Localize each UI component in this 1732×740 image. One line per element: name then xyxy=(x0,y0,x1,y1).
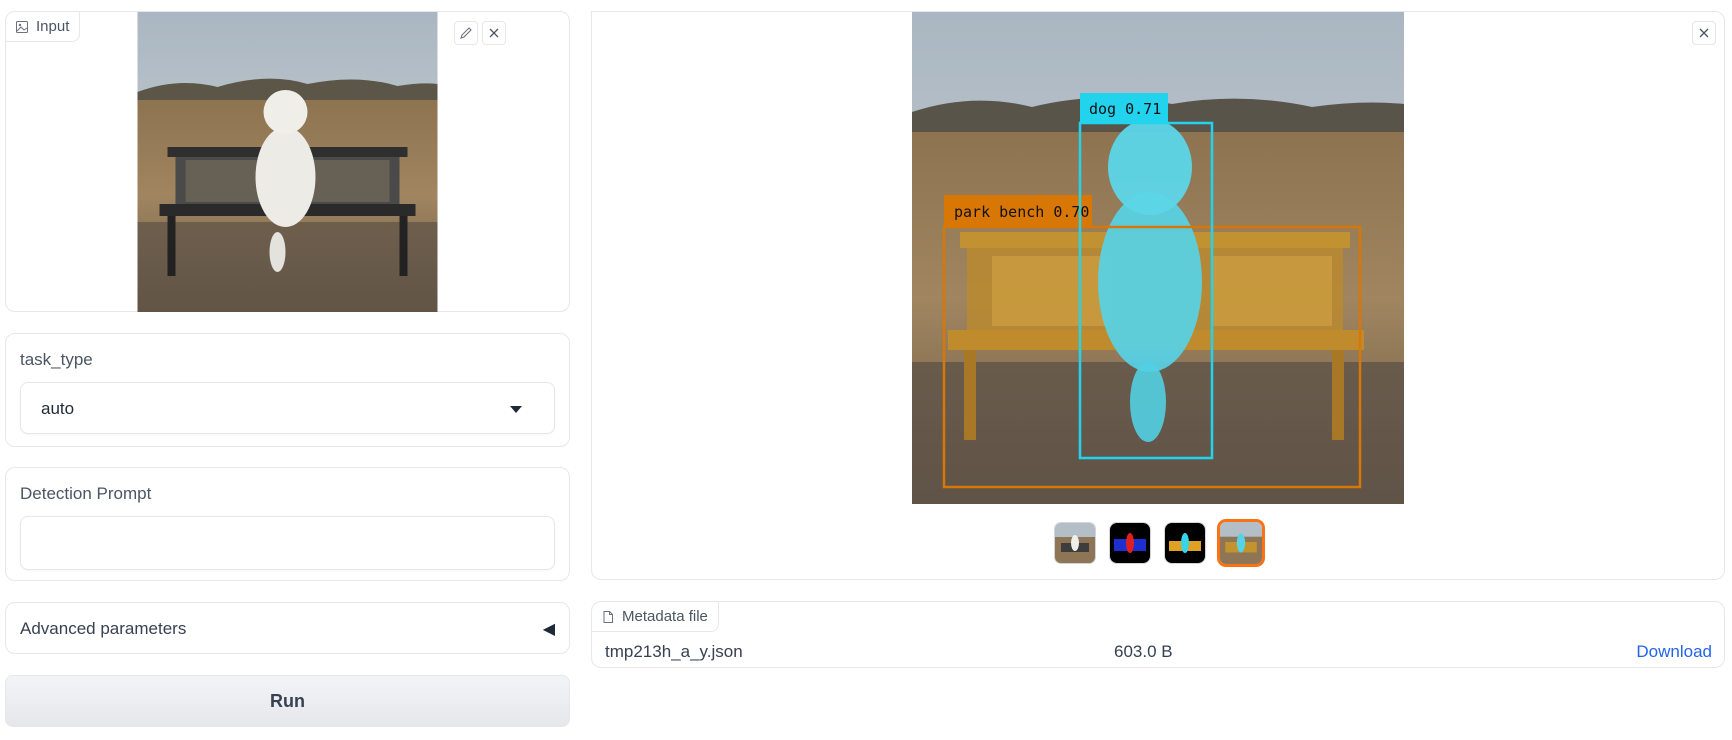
thumbnail-mask-blue-red[interactable] xyxy=(1109,522,1151,564)
advanced-parameters-accordion[interactable]: Advanced parameters ◀ xyxy=(5,602,570,654)
advanced-parameters-label: Advanced parameters xyxy=(20,619,187,638)
input-image-panel[interactable]: Input xyxy=(5,11,570,312)
task-type-label: task_type xyxy=(20,350,93,369)
clear-input-button[interactable] xyxy=(482,21,506,45)
metadata-size: 603.0 B xyxy=(1114,642,1173,661)
detection-prompt-label: Detection Prompt xyxy=(20,484,152,503)
input-image xyxy=(137,12,438,312)
collapse-arrow-icon: ◀ xyxy=(542,621,555,638)
task-type-dropdown[interactable]: auto xyxy=(20,382,555,434)
metadata-filename: tmp213h_a_y.json xyxy=(605,642,743,661)
task-type-value: auto xyxy=(41,399,75,418)
run-button[interactable]: Run xyxy=(5,675,570,727)
caret-down-icon xyxy=(510,406,522,413)
metadata-tag-label: Metadata file xyxy=(622,608,708,625)
dog-detection-label: dog 0.71 xyxy=(1089,100,1161,118)
annotated-output-image[interactable]: park bench 0.70 dog 0.71 xyxy=(912,12,1404,504)
bench-detection-label: park bench 0.70 xyxy=(954,203,1089,221)
run-button-label: Run xyxy=(270,690,305,711)
download-link[interactable]: Download xyxy=(1636,642,1712,662)
edit-button[interactable] xyxy=(454,21,478,45)
metadata-file-panel: Metadata file tmp213h_a_y.json 603.0 B D… xyxy=(591,601,1725,668)
thumbnail-mask-cyan-orange[interactable] xyxy=(1164,522,1206,564)
close-icon xyxy=(1699,28,1709,38)
task-type-panel: task_type auto xyxy=(5,333,570,447)
close-icon xyxy=(489,28,499,38)
metadata-tag: Metadata file xyxy=(592,602,719,632)
thumbnail-original[interactable] xyxy=(1054,522,1096,564)
clear-output-button[interactable] xyxy=(1692,21,1716,45)
detection-prompt-panel: Detection Prompt xyxy=(5,467,570,581)
output-gallery-panel: park bench 0.70 dog 0.71 xyxy=(591,11,1725,580)
input-tag: Input xyxy=(6,12,81,42)
detection-prompt-input[interactable] xyxy=(20,516,555,570)
input-tag-label: Input xyxy=(36,18,70,35)
image-icon xyxy=(16,20,28,33)
pencil-icon xyxy=(460,27,472,39)
thumbnail-overlay-selected[interactable] xyxy=(1217,519,1265,567)
file-icon xyxy=(603,610,613,623)
